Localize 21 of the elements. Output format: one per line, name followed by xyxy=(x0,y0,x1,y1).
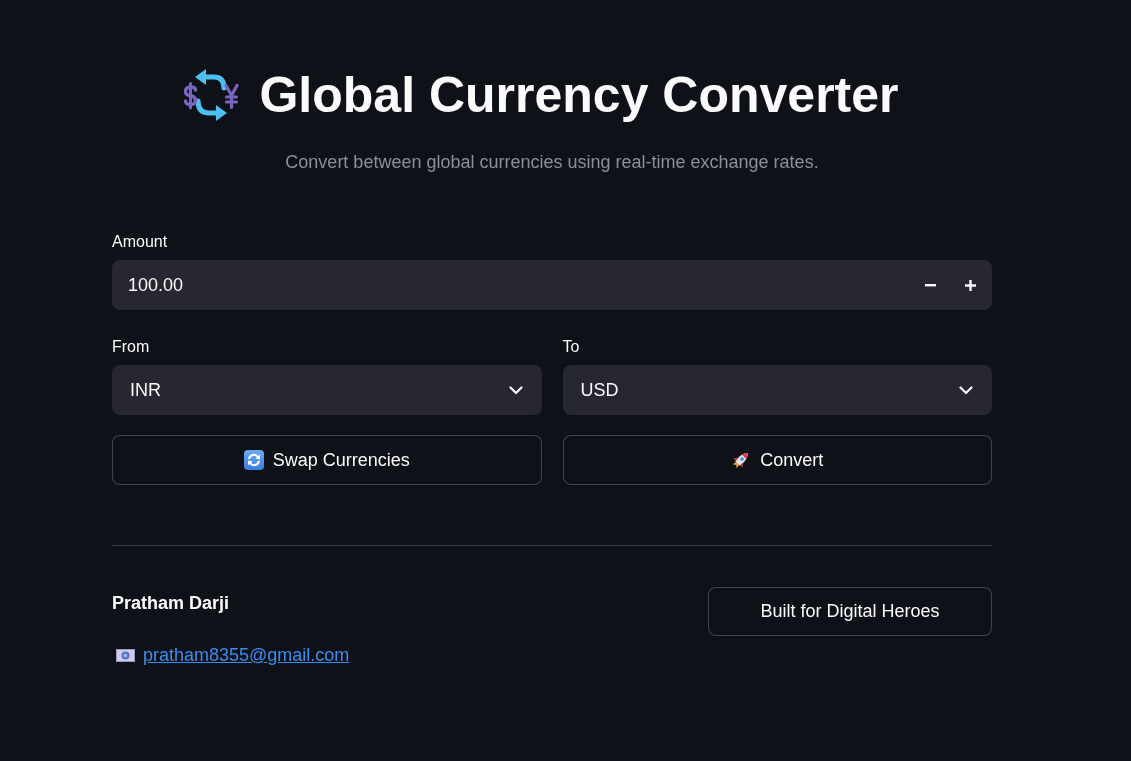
increment-button[interactable] xyxy=(950,260,992,310)
app-title: Global Currency Converter xyxy=(259,66,899,125)
convert-button[interactable]: Convert xyxy=(562,435,992,485)
field-label: To xyxy=(562,337,581,357)
swap-currencies-button[interactable]: Swap Currencies xyxy=(112,435,542,485)
author-name: Pratham Darji xyxy=(112,593,231,613)
minus-icon xyxy=(924,283,936,287)
swap-arrows-icon xyxy=(243,450,264,470)
currency-exchange-icon xyxy=(183,67,240,123)
currency-select[interactable]: USD xyxy=(562,365,992,415)
field-label: Amount xyxy=(112,232,169,252)
amount-input[interactable]: 100.00 xyxy=(112,260,910,310)
chevron-down-icon xyxy=(959,385,973,395)
currency-select[interactable]: INR xyxy=(112,365,542,415)
email-link[interactable]: pratham8355@gmail.com xyxy=(143,644,350,666)
app-subtitle: Convert between global currencies using real-time exchange rates. xyxy=(285,151,819,174)
envelope-icon xyxy=(116,648,135,662)
chevron-down-icon xyxy=(508,385,523,395)
plus-icon xyxy=(964,279,976,291)
field-label: From xyxy=(112,337,151,357)
credit-button[interactable]: Built for Digital Heroes xyxy=(708,587,992,636)
